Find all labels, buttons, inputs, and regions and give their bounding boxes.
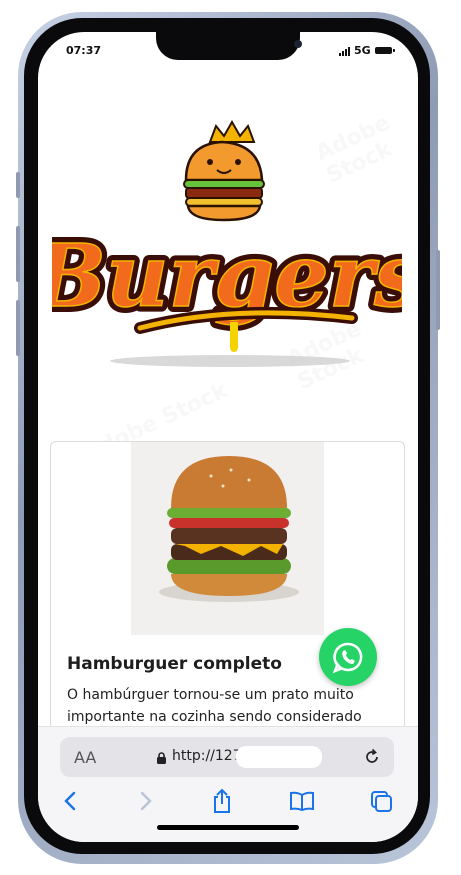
browser-toolbar: AA http://127 [38,726,418,842]
bookmarks-icon [290,791,314,812]
side-button [16,172,20,198]
tabs-button[interactable] [367,787,395,815]
url-redaction [236,746,322,768]
address-bar[interactable]: AA http://127 [60,737,394,777]
battery-icon [375,47,395,54]
front-camera [294,40,302,48]
text-size-button[interactable]: AA [74,748,96,767]
status-time: 07:37 [66,44,102,57]
burger-mascot-icon [183,119,265,222]
tabs-icon [371,791,392,812]
url-text: http://127 [172,748,242,764]
bookmarks-button[interactable] [288,787,316,815]
card-title: Hamburguer completo [67,654,282,674]
forward-button[interactable] [132,787,160,815]
power-button [436,250,440,330]
volume-down-button [16,300,20,356]
phone-screen: 07:37 5G Adobe Stock Adobe Stock Adobe S… [38,32,418,842]
burger-photo [131,442,324,635]
forward-chevron-icon [140,791,152,811]
web-content[interactable]: Adobe Stock Adobe Stock Adobe Stock Burg… [38,80,418,726]
share-button[interactable] [208,787,236,815]
network-label: 5G [354,44,371,57]
home-indicator[interactable] [157,825,299,830]
burgers-logo: Burgers Burgers [52,119,402,367]
reload-icon[interactable] [363,748,381,766]
whatsapp-icon [332,642,363,674]
share-icon [214,788,230,813]
volume-up-button [16,226,20,282]
back-button[interactable] [56,787,84,815]
back-chevron-icon [64,791,76,811]
card-description: O hambúrguer tornou-se um prato muito im… [67,687,362,725]
lock-icon [157,752,166,764]
whatsapp-button[interactable] [319,628,377,686]
notch [156,32,302,60]
signal-icon [339,47,350,56]
